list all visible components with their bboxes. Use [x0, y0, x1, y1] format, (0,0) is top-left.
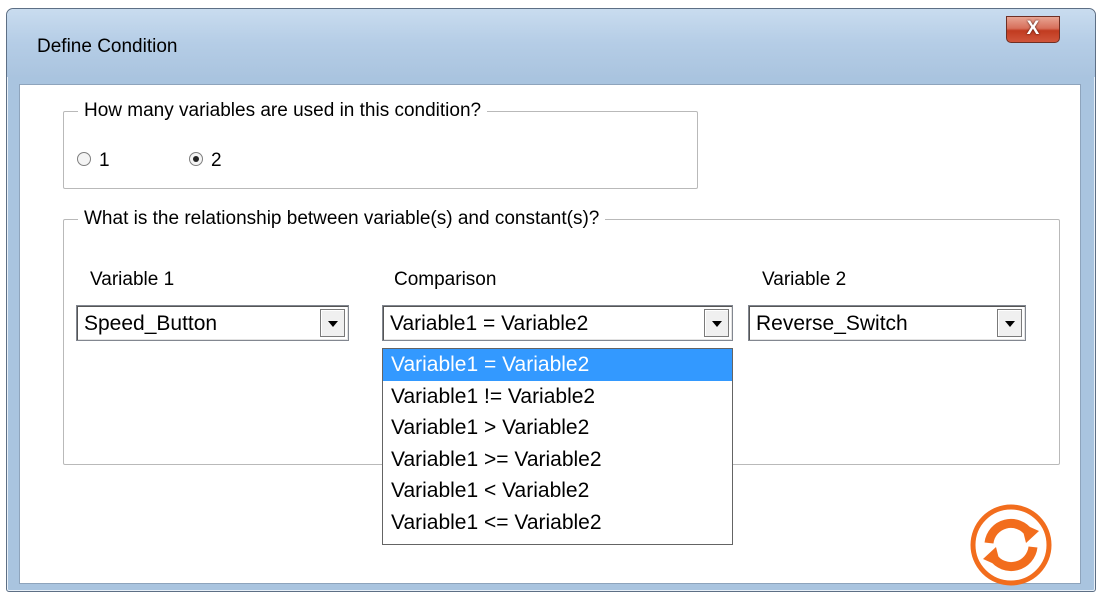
- comparison-value: Variable1 = Variable2: [390, 312, 589, 335]
- dropdown-option[interactable]: Variable1 != Variable2: [383, 381, 732, 413]
- relationship-legend: What is the relationship between variabl…: [78, 208, 606, 230]
- comparison-label: Comparison: [394, 269, 497, 290]
- comparison-combobox[interactable]: Variable1 = Variable2: [382, 305, 733, 341]
- chevron-down-icon[interactable]: [320, 309, 345, 337]
- variables-count-legend: How many variables are used in this cond…: [78, 100, 488, 122]
- radio-option-2[interactable]: 2: [189, 150, 222, 172]
- close-button[interactable]: X: [1006, 16, 1060, 43]
- variable1-label: Variable 1: [90, 269, 175, 290]
- variable2-combobox[interactable]: Reverse_Switch: [748, 305, 1026, 341]
- window-title: Define Condition: [37, 36, 178, 57]
- dropdown-option[interactable]: Variable1 > Variable2: [383, 412, 732, 444]
- variables-count-group: How many variables are used in this cond…: [63, 100, 698, 189]
- chevron-down-icon[interactable]: [997, 309, 1022, 337]
- radio-label-1: 1: [99, 150, 110, 171]
- chevron-down-icon[interactable]: [704, 309, 729, 337]
- dropdown-option[interactable]: Variable1 <= Variable2: [383, 507, 732, 539]
- dropdown-option[interactable]: Variable1 = Variable2: [383, 349, 732, 381]
- dropdown-option[interactable]: Variable1 >= Variable2: [383, 444, 732, 476]
- radio-circle-2[interactable]: [189, 151, 203, 166]
- refresh-icon: [970, 504, 1052, 586]
- title-bar[interactable]: Define Condition X: [7, 9, 1095, 77]
- close-icon: X: [1026, 18, 1040, 39]
- variable1-combobox[interactable]: Speed_Button: [76, 305, 349, 341]
- radio-circle-1[interactable]: [77, 151, 91, 166]
- variable1-value: Speed_Button: [84, 312, 218, 335]
- radio-option-1[interactable]: 1: [77, 150, 110, 172]
- dropdown-option[interactable]: Variable1 < Variable2: [383, 475, 732, 507]
- variable2-value: Reverse_Switch: [756, 312, 908, 335]
- radio-label-2: 2: [211, 150, 222, 171]
- comparison-dropdown-list: Variable1 = Variable2 Variable1 != Varia…: [382, 348, 733, 545]
- variable2-label: Variable 2: [762, 269, 847, 290]
- refresh-button[interactable]: [969, 503, 1053, 587]
